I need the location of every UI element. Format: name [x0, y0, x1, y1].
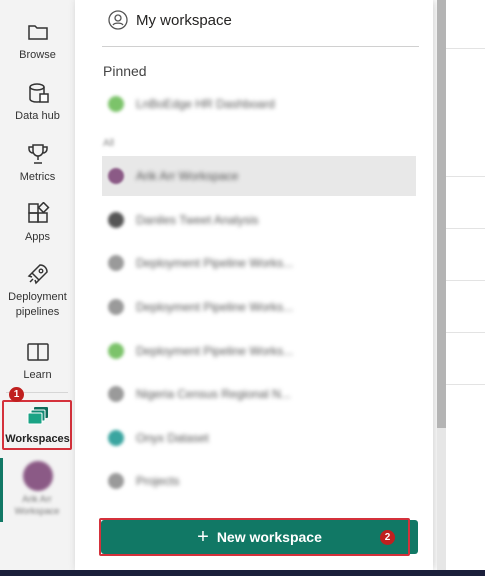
bg-divider	[446, 332, 485, 333]
workspace-item[interactable]: Projects	[102, 461, 416, 501]
workspace-name: Projects	[136, 474, 180, 488]
taskbar-strip	[0, 570, 485, 576]
rocket-icon	[27, 264, 48, 285]
bg-divider	[446, 176, 485, 177]
data-hub-icon	[28, 83, 49, 103]
book-icon	[26, 343, 49, 361]
bg-divider	[446, 384, 485, 385]
workspace-item[interactable]: Nigeria Census Regional N...	[102, 374, 416, 414]
nav-browse-label: Browse	[19, 49, 56, 61]
workspace-icon	[108, 430, 124, 446]
workspace-icon	[108, 473, 124, 489]
nav-browse[interactable]: Browse	[0, 20, 75, 63]
nav-deployment-pipelines-label: Deployment pipelines	[8, 291, 67, 318]
workspace-name: Nigeria Census Regional N...	[136, 387, 291, 401]
step-2-badge: 2	[380, 530, 395, 545]
new-workspace-button[interactable]: + New workspace	[101, 520, 418, 554]
my-workspace-label: My workspace	[136, 11, 232, 29]
trophy-icon	[27, 144, 48, 164]
workspace-icon	[108, 96, 124, 112]
pinned-section-title: Pinned	[103, 63, 147, 79]
nav-metrics[interactable]: Metrics	[0, 142, 75, 185]
workspace-name: Arik Arr Workspace	[136, 169, 239, 183]
workspace-icon	[108, 343, 124, 359]
person-icon	[108, 10, 128, 30]
workspace-icon	[108, 168, 124, 184]
nav-apps-label: Apps	[24, 231, 51, 243]
workspace-icon	[108, 212, 124, 228]
pinned-workspace-item[interactable]: LnBoEdge HR Dashboard	[102, 84, 416, 124]
left-nav-rail: Browse Data hub Metrics Apps Deployment …	[0, 0, 75, 576]
apps-icon	[27, 202, 50, 223]
folder-icon	[27, 25, 48, 40]
workspace-name: Deployment Pipeline Works...	[136, 344, 294, 358]
workspace-name: Daniles Tweet Analysis	[136, 213, 259, 227]
workspace-name: Deployment Pipeline Works...	[136, 256, 294, 270]
workspace-item[interactable]: Onyx Dataset	[102, 418, 416, 458]
workspace-item[interactable]: Daniles Tweet Analysis	[102, 200, 416, 240]
workspace-name: Deployment Pipeline Works...	[136, 300, 294, 314]
bg-divider	[446, 280, 485, 281]
workspace-item[interactable]: Deployment Pipeline Works...	[102, 243, 416, 283]
active-workspace-avatar[interactable]	[23, 461, 53, 491]
nav-apps[interactable]: Apps	[0, 202, 75, 245]
nav-deployment-pipelines[interactable]: Deployment pipelines	[0, 262, 75, 320]
new-workspace-label: New workspace	[216, 529, 322, 545]
active-workspace-label[interactable]: Arik Arr Workspace	[4, 493, 70, 517]
flyout-divider	[102, 46, 419, 47]
flyout-scrollbar-thumb[interactable]	[437, 0, 446, 428]
workspaces-callout-box	[2, 400, 72, 450]
plus-icon: +	[197, 526, 209, 548]
workspace-name: Onyx Dataset	[136, 431, 209, 445]
active-indicator	[0, 458, 3, 522]
my-workspace-item[interactable]: My workspace	[108, 8, 232, 32]
workspace-item[interactable]: Arik Arr Workspace	[102, 156, 416, 196]
all-section-title: All	[103, 138, 115, 149]
nav-learn[interactable]: Learn	[0, 340, 75, 383]
nav-learn-label: Learn	[23, 369, 52, 381]
bg-divider	[446, 228, 485, 229]
nav-data-hub-label: Data hub	[15, 110, 60, 122]
workspace-icon	[108, 255, 124, 271]
workspace-icon	[108, 386, 124, 402]
workspace-item[interactable]: Deployment Pipeline Works...	[102, 287, 416, 327]
nav-metrics-label: Metrics	[19, 171, 56, 183]
bg-divider	[446, 48, 485, 49]
workspace-item[interactable]: Deployment Pipeline Works...	[102, 331, 416, 371]
step-1-badge: 1	[9, 387, 24, 402]
nav-data-hub[interactable]: Data hub	[0, 81, 75, 124]
workspace-icon	[108, 299, 124, 315]
workspace-name: LnBoEdge HR Dashboard	[136, 97, 275, 111]
